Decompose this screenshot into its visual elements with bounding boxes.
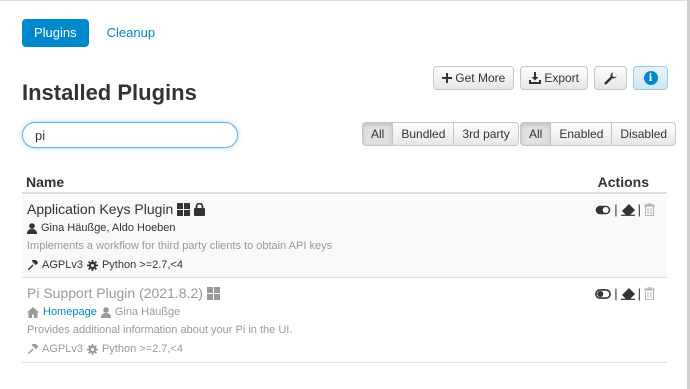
download-icon: [529, 72, 542, 84]
plugin-license: AGPLv3: [42, 343, 83, 355]
plugin-license: AGPLv3: [42, 259, 83, 271]
tab-plugins[interactable]: Plugins: [22, 19, 89, 47]
plugin-authors: Gina Häußge, Aldo Hoeben: [41, 222, 176, 234]
plugin-python: Python >=2.7,<4: [101, 343, 184, 355]
search-input[interactable]: [22, 122, 238, 148]
plugin-authors-line: Gina Häußge, Aldo Hoeben: [27, 222, 176, 234]
toggle-on-icon[interactable]: [595, 205, 611, 215]
eraser-icon[interactable]: [620, 287, 635, 300]
settings-button[interactable]: [594, 66, 627, 90]
plugin-actions: | |: [595, 202, 655, 217]
plugin-license-line: AGPLv3 Python >=2.7,<4: [27, 343, 183, 355]
filter-source-3rd-party[interactable]: 3rd party: [453, 122, 519, 146]
action-separator: |: [614, 286, 618, 301]
user-icon: [27, 222, 37, 234]
state-filter: All Enabled Disabled: [520, 122, 677, 146]
plugin-authors-line: Homepage Gina Häußge: [27, 306, 180, 318]
filter-source-bundled[interactable]: Bundled: [392, 122, 455, 146]
plugin-python: Python >=2.7,<4: [101, 259, 184, 271]
column-name: Name: [26, 174, 65, 190]
eraser-icon[interactable]: [620, 203, 635, 216]
homepage-link[interactable]: Homepage: [43, 306, 97, 318]
plugin-description: Implements a workflow for third party cl…: [27, 240, 333, 252]
filter-state-all[interactable]: All: [520, 122, 552, 146]
home-icon: [27, 306, 39, 318]
info-icon: i: [643, 71, 658, 85]
plus-icon: [442, 73, 453, 83]
bundled-icon: [177, 202, 191, 216]
export-label: Export: [544, 71, 579, 85]
info-button[interactable]: i: [633, 66, 668, 90]
trash-icon[interactable]: [644, 287, 655, 300]
action-separator: |: [637, 202, 641, 217]
get-more-label: Get More: [455, 71, 506, 85]
bundled-icon: [206, 286, 220, 300]
get-more-button[interactable]: Get More: [433, 66, 515, 90]
action-separator: |: [614, 202, 618, 217]
plugin-authors: Gina Häußge: [114, 306, 181, 318]
plugin-table-header: Name Actions: [22, 170, 667, 194]
column-actions: Actions: [597, 174, 649, 190]
plugin-description: Provides additional information about yo…: [27, 324, 293, 336]
plugin-name: Application Keys Plugin: [27, 201, 174, 217]
cog-icon: [86, 259, 98, 271]
trash-icon[interactable]: [644, 203, 655, 216]
page-title: Installed Plugins: [22, 80, 197, 105]
lock-icon: [194, 202, 206, 216]
top-tabs: Plugins Cleanup: [22, 19, 167, 47]
filter-source-all[interactable]: All: [362, 122, 394, 146]
plugin-actions: | |: [595, 286, 655, 301]
source-filter: All Bundled 3rd party: [362, 122, 519, 146]
plugin-name-row: Application Keys Plugin: [27, 201, 206, 217]
tab-cleanup[interactable]: Cleanup: [95, 19, 167, 47]
export-button[interactable]: Export: [520, 66, 588, 90]
plugin-name: Pi Support Plugin (2021.8.2): [27, 285, 203, 301]
table-row: Pi Support Plugin (2021.8.2) Homepage Gi…: [22, 279, 667, 363]
action-separator: |: [637, 286, 641, 301]
table-row: Application Keys Plugin Gina Häußge, Ald…: [22, 195, 667, 278]
cog-icon: [86, 343, 98, 355]
filter-state-enabled[interactable]: Enabled: [550, 122, 613, 146]
user-icon: [100, 306, 111, 318]
plugin-name-row: Pi Support Plugin (2021.8.2): [27, 285, 220, 301]
filter-state-disabled[interactable]: Disabled: [611, 122, 677, 146]
toggle-off-icon[interactable]: [595, 288, 612, 299]
gavel-icon: [27, 259, 38, 271]
wrench-icon: [604, 72, 617, 85]
plugin-license-line: AGPLv3 Python >=2.7,<4: [27, 259, 183, 271]
toolbar: Get More Export i: [433, 66, 668, 90]
gavel-icon: [27, 343, 38, 355]
